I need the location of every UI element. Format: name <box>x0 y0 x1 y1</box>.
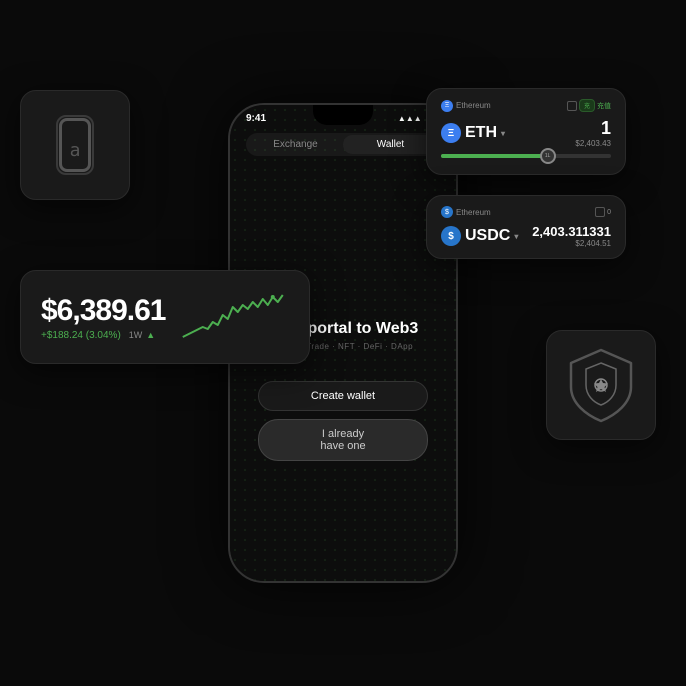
usdc-amount: 2,403.311331 <box>532 224 611 239</box>
tab-wallet[interactable]: Wallet <box>343 135 438 154</box>
balance-change: +$188.24 (3.04%) 1W ▲ <box>41 330 165 341</box>
api-card: a <box>20 90 130 200</box>
balance-amount: $6,389.61 <box>41 294 165 328</box>
eth-icon: Ξ <box>441 123 461 143</box>
usdc-icon: $ <box>441 226 461 246</box>
chart-svg <box>177 287 289 347</box>
shield-card <box>546 330 656 440</box>
usdc-network-icon: $ <box>441 206 453 218</box>
signal-icon: ▲▲▲ <box>398 114 422 123</box>
usdc-box-icon <box>595 207 605 217</box>
recharge-label: 充 <box>579 99 595 112</box>
scene: 9:41 ▲▲▲ ▲ ▮ Exchange Wallet Your portal… <box>0 0 686 686</box>
shield-svg <box>566 345 636 425</box>
eth-slider-fill <box>441 154 543 158</box>
usdc-card: $ Ethereum 0 $ USDC ▾ 2,403.311331 $2,40… <box>426 195 626 259</box>
usdc-badge: 0 <box>595 207 611 217</box>
phone-content: Your portal to Web3 Wallet · Trade · NFT… <box>230 160 456 581</box>
eth-box-icon <box>567 101 577 111</box>
create-wallet-button[interactable]: Create wallet <box>258 381 428 411</box>
tab-exchange[interactable]: Exchange <box>248 135 343 154</box>
usdc-chevron: ▾ <box>514 232 518 241</box>
eth-recharge-badge: 充 充值 <box>567 99 611 112</box>
balance-chart <box>177 287 289 347</box>
balance-card: $6,389.61 +$188.24 (3.04%) 1W ▲ <box>20 270 310 364</box>
phone-notch <box>313 105 373 125</box>
eth-network-icon: Ξ <box>441 100 453 112</box>
eth-card: Ξ Ethereum 充 充值 Ξ ETH ▾ 1 $2,403.43 <box>426 88 626 175</box>
api-icon: a <box>59 118 92 172</box>
balance-left: $6,389.61 +$188.24 (3.04%) 1W ▲ <box>41 294 165 341</box>
eth-amount: 1 <box>575 118 611 139</box>
have-one-button[interactable]: I already have one <box>258 419 428 461</box>
eth-coin-name: Ξ ETH ▾ <box>441 123 505 143</box>
eth-slider-thumb: 1L <box>540 148 556 164</box>
usdc-network-label: $ Ethereum <box>441 206 491 218</box>
usdc-coin-name: $ USDC ▾ <box>441 226 518 246</box>
status-time: 9:41 <box>246 113 266 124</box>
eth-chevron: ▾ <box>501 129 505 138</box>
eth-slider[interactable]: 1L <box>441 154 611 158</box>
usdc-usd: $2,404.51 <box>532 239 611 248</box>
eth-network-label: Ξ Ethereum <box>441 100 491 112</box>
tab-bar: Exchange Wallet <box>246 133 440 156</box>
eth-usd: $2,403.43 <box>575 139 611 148</box>
